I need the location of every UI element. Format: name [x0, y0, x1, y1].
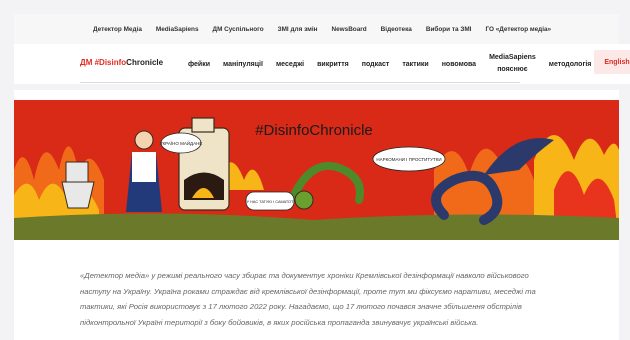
- hero-bubble-2: НАРКОМАНИ І ПРОСТИТУТКИ: [376, 157, 441, 162]
- nav-item-mediasapiens-poiasniuie[interactable]: MediaSapiens пояснює: [489, 52, 536, 76]
- nav-item-feiky[interactable]: фейки: [188, 61, 210, 68]
- nav-special-line2: пояснює: [497, 66, 528, 73]
- logo-rest: Chronicle: [126, 58, 164, 67]
- network-link-detector-media[interactable]: Детектор Медіа: [93, 26, 142, 33]
- network-link-go-detector[interactable]: ГО «Детектор медіа»: [485, 26, 551, 33]
- nav-item-metodolohiia[interactable]: методологія: [549, 61, 592, 68]
- main-nav: ДМ #DisinfoChronicle фейки маніпуляції м…: [14, 44, 630, 84]
- page: Детектор Медіа MediaSapiens ДМ Суспільно…: [0, 0, 630, 340]
- network-link-mediasapiens[interactable]: MediaSapiens: [156, 26, 199, 33]
- nav-item-manipuliatsii[interactable]: маніпуляції: [223, 61, 263, 68]
- nav-divider: [80, 82, 520, 83]
- nav-item-mesedzhi[interactable]: меседжі: [276, 61, 304, 68]
- nav-links: фейки маніпуляції меседжі викриття подка…: [188, 44, 591, 84]
- nav-item-novomova[interactable]: новомова: [442, 61, 476, 68]
- intro-description: «Детектор медіа» у режимі реального часу…: [80, 271, 536, 327]
- nav-item-podkast[interactable]: подкаст: [362, 61, 390, 68]
- hero-section: #DisinfoChronicle УКРАЇНО МАЙДАНЕ НАРКОМ…: [14, 90, 619, 258]
- network-link-dm-suspilnogo[interactable]: ДМ Суспільного: [213, 26, 264, 33]
- network-link-zmi-dlia-zmin[interactable]: ЗМІ для змін: [278, 26, 318, 33]
- network-link-vybory[interactable]: Вибори та ЗМІ: [426, 26, 472, 33]
- network-link-videoteka[interactable]: Відеотека: [381, 26, 412, 33]
- hero-hashtag: #DisinfoChronicle: [255, 122, 373, 139]
- hero-banner: #DisinfoChronicle УКРАЇНО МАЙДАНЕ НАРКОМ…: [14, 100, 619, 240]
- hero-illustration: #DisinfoChronicle УКРАЇНО МАЙДАНЕ НАРКОМ…: [14, 100, 619, 240]
- nav-item-taktyky[interactable]: тактики: [402, 61, 428, 68]
- site-logo[interactable]: ДМ #DisinfoChronicle: [80, 58, 163, 67]
- description-section: «Детектор медіа» у режимі реального часу…: [14, 258, 619, 340]
- network-bar: Детектор Медіа MediaSapiens ДМ Суспільно…: [14, 14, 619, 44]
- nav-special-line1: MediaSapiens: [489, 54, 536, 61]
- logo-hashtag: #Disinfo: [94, 58, 127, 67]
- nav-item-vykryttia[interactable]: викриття: [317, 61, 349, 68]
- hero-bubble-1: УКРАЇНО МАЙДАНЕ: [160, 139, 203, 146]
- hero-bubble-3: У НАС ТАТУЮ І САМАТОТ: [247, 200, 294, 204]
- logo-prefix: ДМ: [80, 58, 93, 67]
- english-language-button[interactable]: English: [594, 50, 630, 74]
- network-link-newsboard[interactable]: NewsBoard: [332, 26, 367, 33]
